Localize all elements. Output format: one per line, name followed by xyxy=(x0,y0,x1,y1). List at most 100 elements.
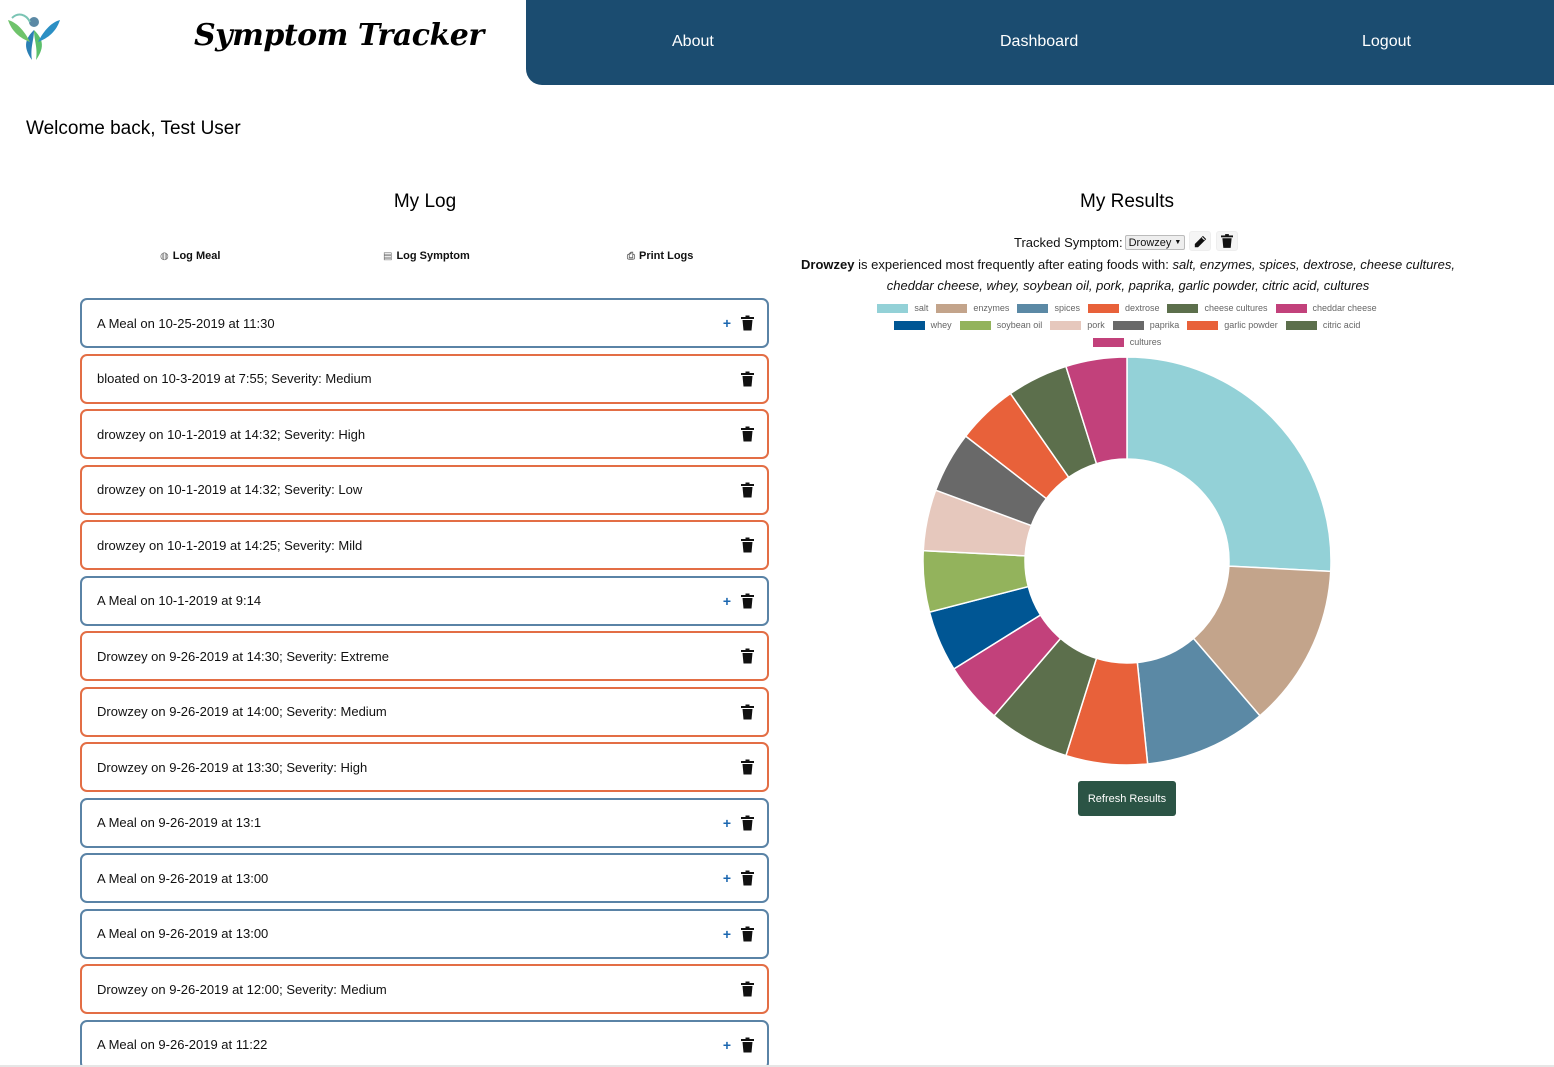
trash-icon[interactable] xyxy=(741,371,754,386)
legend-item[interactable]: cultures xyxy=(1092,336,1162,348)
trash-icon[interactable] xyxy=(741,537,754,553)
trash-icon[interactable] xyxy=(741,981,754,997)
log-entry-text: A Meal on 9-26-2019 at 13:00 xyxy=(97,870,269,886)
edit-symptom-button[interactable] xyxy=(1189,231,1211,251)
trash-icon[interactable] xyxy=(741,648,754,664)
log-list: A Meal on 10-25-2019 at 11:30 + bloated on… xyxy=(80,298,769,1067)
trash-icon[interactable] xyxy=(741,426,754,442)
log-entry-text: A Meal on 9-26-2019 at 13:00 xyxy=(97,926,269,941)
symptom-log-entry[interactable]: Drowzey on 9-26-2019 at 12:00; Severity:… xyxy=(80,964,769,1014)
symptom-log-entry[interactable]: drowzey on 10-1-2019 at 14:25; Severity:… xyxy=(80,520,769,570)
legend-item[interactable]: spices xyxy=(1017,302,1080,314)
log-entry-text: Drowzey on 9-26-2019 at 14:00; Severity:… xyxy=(97,704,387,719)
clipboard-icon: ▤ xyxy=(383,250,393,262)
trash-icon[interactable] xyxy=(741,1037,754,1052)
nav-about[interactable]: About xyxy=(672,33,714,51)
donut-slice-salt[interactable] xyxy=(1126,356,1332,573)
symptom-log-entry[interactable]: drowzey on 10-1-2019 at 14:32; Severity:… xyxy=(80,409,769,459)
log-entry-text: A Meal on 9-26-2019 at 11:22 xyxy=(97,1037,268,1052)
trash-icon[interactable] xyxy=(741,315,754,331)
legend-label: dextrose xyxy=(1124,303,1160,313)
log-symptom-label: Log Symptom xyxy=(396,250,470,262)
legend-swatch xyxy=(1167,303,1199,313)
legend-swatch xyxy=(959,320,991,330)
meal-log-entry[interactable]: A Meal on 10-1-2019 at 9:14 + xyxy=(80,575,769,626)
trash-icon[interactable] xyxy=(741,815,754,830)
legend-label: cheddar cheese xyxy=(1312,303,1377,313)
plus-icon[interactable]: + xyxy=(723,926,731,942)
meal-log-entry[interactable]: A Meal on 9-26-2019 at 11:22 + xyxy=(80,1019,769,1067)
legend-swatch xyxy=(1050,320,1082,330)
log-entry-text: A Meal on 10-25-2019 at 11:30 xyxy=(97,315,275,331)
trash-icon[interactable] xyxy=(741,593,754,608)
trash-icon[interactable] xyxy=(741,482,754,497)
symptom-log-entry[interactable]: drowzey on 10-1-2019 at 14:32; Severity:… xyxy=(80,464,769,515)
legend-item[interactable]: cheddar cheese xyxy=(1275,302,1377,314)
trash-icon[interactable] xyxy=(741,926,754,941)
legend-item[interactable]: cheese cultures xyxy=(1167,302,1268,314)
plus-icon[interactable]: + xyxy=(723,315,731,331)
legend-swatch xyxy=(1275,303,1307,313)
log-symptom-button[interactable]: ▤ Log Symptom xyxy=(383,250,470,262)
log-meal-button[interactable]: ◍ Log Meal xyxy=(160,250,220,262)
top-navbar: About Dashboard Logout xyxy=(526,0,1554,85)
legend-item[interactable]: whey xyxy=(893,319,952,331)
log-entry-text: bloated on 10-3-2019 at 7:55; Severity: … xyxy=(97,371,372,386)
legend-swatch xyxy=(1187,320,1219,330)
log-entry-text: Drowzey on 9-26-2019 at 14:30; Severity:… xyxy=(97,648,389,664)
legend-label: cheese cultures xyxy=(1204,303,1268,313)
delete-symptom-button[interactable] xyxy=(1216,231,1238,251)
legend-swatch xyxy=(1285,320,1317,330)
trash-icon[interactable] xyxy=(741,870,754,886)
nav-logout[interactable]: Logout xyxy=(1362,33,1411,51)
legend-item[interactable]: soybean oil xyxy=(959,319,1043,331)
welcome-message: Welcome back, Test User xyxy=(26,118,241,139)
legend-item[interactable]: paprika xyxy=(1112,319,1179,331)
symptom-log-entry[interactable]: Drowzey on 9-26-2019 at 14:30; Severity:… xyxy=(80,631,769,681)
legend-label: cultures xyxy=(1129,337,1162,347)
plus-icon[interactable]: + xyxy=(723,870,731,886)
log-entry-text: A Meal on 9-26-2019 at 13:1 xyxy=(97,815,262,830)
legend-item[interactable]: citric acid xyxy=(1285,319,1360,331)
symptom-log-entry[interactable]: Drowzey on 9-26-2019 at 13:30; Severity:… xyxy=(80,742,769,792)
log-entry-text: drowzey on 10-1-2019 at 14:32; Severity:… xyxy=(97,482,363,497)
refresh-results-button[interactable]: Refresh Results xyxy=(1078,781,1176,816)
plus-icon[interactable]: + xyxy=(723,815,731,831)
legend-label: pork xyxy=(1087,320,1105,330)
plus-icon[interactable]: + xyxy=(723,1037,731,1053)
legend-item[interactable]: garlic powder xyxy=(1187,319,1278,331)
symptom-log-entry[interactable]: Drowzey on 9-26-2019 at 14:00; Severity:… xyxy=(80,686,769,737)
meal-log-entry[interactable]: A Meal on 9-26-2019 at 13:00 + xyxy=(80,908,769,959)
meal-log-entry[interactable]: A Meal on 9-26-2019 at 13:00 + xyxy=(80,853,769,903)
legend-label: spices xyxy=(1054,303,1080,313)
print-logs-label: Print Logs xyxy=(639,250,694,262)
print-logs-button[interactable]: ⎙ Print Logs xyxy=(627,250,693,262)
tracked-symptom-label: Tracked Symptom: xyxy=(1014,235,1123,250)
summary-symptom: Drowzey xyxy=(801,257,855,272)
meal-log-entry[interactable]: A Meal on 10-25-2019 at 11:30 + xyxy=(80,298,769,348)
trash-icon[interactable] xyxy=(741,704,754,719)
meal-icon: ◍ xyxy=(160,250,169,262)
legend-item[interactable]: dextrose xyxy=(1087,302,1160,314)
legend-swatch xyxy=(1017,303,1049,313)
meal-log-entry[interactable]: A Meal on 9-26-2019 at 13:1 + xyxy=(80,797,769,848)
tracked-symptom-value: Drowzey xyxy=(1128,236,1172,249)
legend-swatch xyxy=(1112,320,1144,330)
trash-icon[interactable] xyxy=(741,759,754,775)
legend-label: soybean oil xyxy=(996,320,1043,330)
legend-item[interactable]: pork xyxy=(1050,319,1105,331)
app-logo xyxy=(8,13,60,60)
log-entry-text: drowzey on 10-1-2019 at 14:25; Severity:… xyxy=(97,537,363,553)
legend-swatch xyxy=(893,320,925,330)
tracked-symptom-select[interactable]: Drowzey ▼ xyxy=(1124,235,1186,250)
tracked-symptom: Tracked Symptom: Drowzey ▼ xyxy=(1014,235,1186,250)
my-log-title: My Log xyxy=(393,191,457,212)
legend-swatch xyxy=(1087,303,1119,313)
brand-title: Symptom Tracker xyxy=(194,18,484,53)
my-results-title: My Results xyxy=(1080,191,1174,212)
legend-item[interactable]: enzymes xyxy=(936,302,1009,314)
symptom-log-entry[interactable]: bloated on 10-3-2019 at 7:55; Severity: … xyxy=(80,353,769,404)
legend-item[interactable]: salt xyxy=(877,302,928,314)
nav-dashboard[interactable]: Dashboard xyxy=(1000,33,1078,51)
plus-icon[interactable]: + xyxy=(723,593,731,609)
